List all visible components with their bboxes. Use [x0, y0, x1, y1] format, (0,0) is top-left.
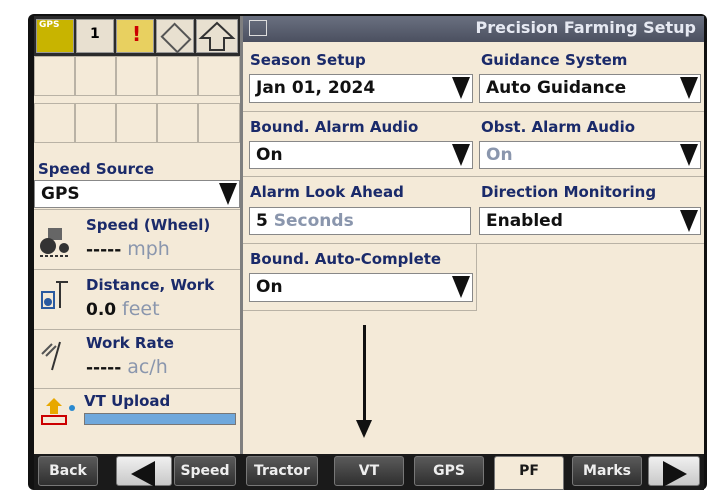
- divider: [243, 176, 704, 177]
- vt-upload-icon: [38, 394, 78, 428]
- bound-auto-complete-dropdown[interactable]: On: [249, 273, 473, 302]
- distance-readout: 0.0 feet: [86, 298, 160, 320]
- vt-upload-progress-fill: [85, 414, 235, 424]
- page-header: Precision Farming Setup: [243, 16, 704, 42]
- alarm-look-ahead-label: Alarm Look Ahead: [250, 183, 404, 201]
- speed-readout: ----- mph: [86, 238, 170, 260]
- tab-tractor[interactable]: Tractor: [246, 456, 318, 486]
- obst-alarm-audio-dropdown[interactable]: On: [479, 141, 701, 169]
- distance-icon: [38, 278, 74, 314]
- dropdown-arrow-icon: [680, 144, 698, 166]
- season-setup-dropdown[interactable]: Jan 01, 2024: [249, 74, 473, 103]
- work-rate-icon: [38, 338, 74, 374]
- obst-alarm-audio-value: On: [486, 145, 513, 165]
- season-setup-value: Jan 01, 2024: [256, 78, 376, 98]
- page-title: Precision Farming Setup: [475, 18, 696, 37]
- shortcut-slot[interactable]: [34, 103, 75, 143]
- tab-gps[interactable]: GPS: [414, 456, 484, 486]
- divider: [476, 243, 477, 310]
- speed-unit: mph: [127, 238, 170, 260]
- shortcut-slot[interactable]: [116, 56, 157, 96]
- tab-pf[interactable]: PF: [494, 456, 564, 490]
- rate-icon-label: 1: [90, 26, 100, 42]
- gps-icon-label: GPS: [39, 20, 60, 30]
- guidance-system-value: Auto Guidance: [486, 78, 627, 98]
- alarm-look-ahead-value: 5: [256, 211, 268, 231]
- divider: [34, 269, 240, 270]
- dropdown-arrow-icon: [680, 210, 698, 232]
- distance-label: Distance, Work: [86, 276, 215, 294]
- rate-icon[interactable]: 1: [76, 19, 114, 53]
- callout-arrow-shaft: [363, 325, 366, 425]
- alarm-warning-icon[interactable]: !: [116, 19, 154, 53]
- alarm-look-ahead-field[interactable]: 5 Seconds: [249, 207, 471, 235]
- distance-value: 0.0: [86, 300, 117, 320]
- field-map-icon[interactable]: [156, 19, 194, 54]
- shortcut-slot[interactable]: [157, 56, 198, 96]
- speed-source-value: GPS: [41, 184, 80, 204]
- divider: [243, 310, 477, 311]
- bound-alarm-audio-label: Bound. Alarm Audio: [250, 118, 419, 136]
- direction-monitoring-label: Direction Monitoring: [481, 183, 657, 201]
- tab-vt[interactable]: VT: [334, 456, 404, 486]
- divider: [34, 388, 240, 389]
- shortcut-grid: [34, 56, 240, 176]
- divider: [34, 329, 240, 330]
- dropdown-arrow-icon: [219, 183, 237, 205]
- menu-icon[interactable]: [249, 20, 267, 36]
- work-rate-readout: ----- ac/h: [86, 356, 168, 378]
- dropdown-arrow-icon: [680, 77, 698, 99]
- shortcut-slot[interactable]: [75, 103, 116, 143]
- shortcut-slot[interactable]: [116, 103, 157, 143]
- right-arrow-icon: [663, 461, 687, 487]
- bound-alarm-audio-value: On: [256, 145, 283, 165]
- prev-page-button[interactable]: [116, 456, 172, 487]
- shortcut-slot[interactable]: [198, 103, 240, 143]
- column-divider: [240, 16, 243, 454]
- bound-alarm-audio-dropdown[interactable]: On: [249, 141, 473, 169]
- tractor-speed-icon: [38, 222, 74, 258]
- speed-source-dropdown[interactable]: GPS: [34, 180, 240, 208]
- divider: [243, 243, 704, 244]
- left-arrow-icon: [131, 461, 155, 487]
- status-icon-bar: GPS 1 !: [34, 16, 240, 56]
- season-setup-label: Season Setup: [250, 51, 366, 69]
- dropdown-arrow-icon: [452, 144, 470, 166]
- divider: [34, 209, 240, 210]
- shortcut-slot[interactable]: [75, 56, 116, 96]
- callout-arrow-icon: [356, 420, 372, 438]
- alarm-look-ahead-unit: Seconds: [273, 211, 354, 231]
- shortcut-slot[interactable]: [198, 56, 240, 96]
- bottom-navigation: Back Speed Tractor VT GPS PF Marks: [34, 454, 704, 490]
- divider: [243, 111, 704, 112]
- vt-upload-progress: [84, 413, 236, 425]
- direction-monitoring-dropdown[interactable]: Enabled: [479, 207, 701, 235]
- shortcut-slot[interactable]: [157, 103, 198, 143]
- speed-label: Speed (Wheel): [86, 216, 211, 234]
- back-button[interactable]: Back: [38, 456, 98, 486]
- obst-alarm-audio-label: Obst. Alarm Audio: [481, 118, 636, 136]
- bound-auto-complete-label: Bound. Auto-Complete: [250, 250, 442, 268]
- dropdown-arrow-icon: [452, 276, 470, 298]
- work-rate-value: -----: [86, 358, 122, 378]
- guidance-system-dropdown[interactable]: Auto Guidance: [479, 74, 701, 103]
- distance-unit: feet: [122, 298, 160, 320]
- speed-source-label: Speed Source: [38, 160, 155, 178]
- speed-value: -----: [86, 240, 122, 260]
- direction-monitoring-value: Enabled: [486, 211, 563, 231]
- vt-upload-label: VT Upload: [84, 392, 171, 410]
- tab-marks[interactable]: Marks: [572, 456, 642, 486]
- next-page-button[interactable]: [648, 456, 700, 487]
- up-arrow-icon[interactable]: [196, 19, 238, 53]
- gps-status-icon[interactable]: GPS: [36, 19, 74, 53]
- work-rate-label: Work Rate: [86, 334, 174, 352]
- shortcut-slot[interactable]: [34, 56, 75, 96]
- guidance-system-label: Guidance System: [481, 51, 628, 69]
- work-rate-unit: ac/h: [127, 356, 168, 378]
- bound-auto-complete-value: On: [256, 277, 283, 297]
- tab-speed[interactable]: Speed: [174, 456, 236, 486]
- dropdown-arrow-icon: [452, 77, 470, 99]
